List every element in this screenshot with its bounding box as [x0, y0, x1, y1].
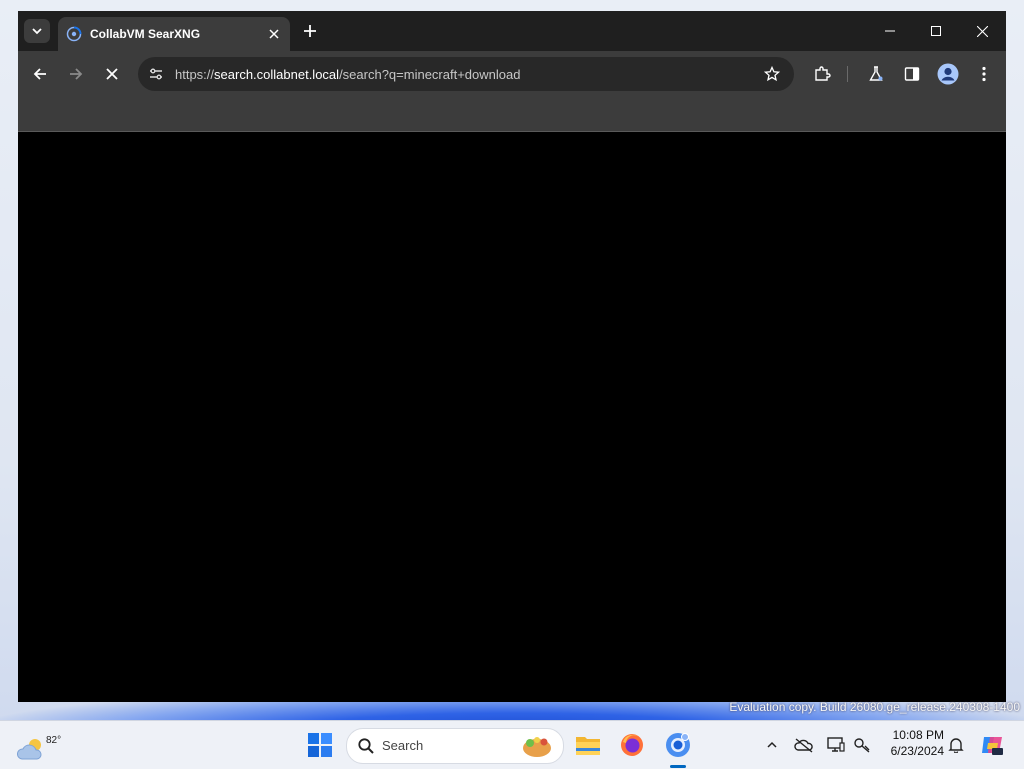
url-path: /search?q=minecraft+download	[339, 67, 521, 82]
chevron-down-icon	[32, 28, 42, 35]
maximize-icon	[931, 26, 941, 36]
clock-time: 10:08 PM	[892, 728, 944, 742]
network-icon	[854, 738, 870, 753]
tune-icon	[150, 68, 162, 80]
tray-onedrive[interactable]	[794, 735, 814, 755]
copilot-icon	[982, 737, 1003, 755]
taskbar-search[interactable]: Search	[346, 728, 564, 764]
bell-icon	[948, 738, 964, 753]
taskbar-chrome[interactable]	[662, 729, 694, 761]
clock-date: 6/23/2024	[890, 744, 944, 758]
avatar-icon	[937, 63, 959, 85]
firefox-icon	[621, 734, 643, 756]
globe-spinner-icon	[66, 26, 82, 42]
address-bar[interactable]: https://search.collabnet.local/search?q=…	[138, 57, 794, 91]
arrow-right-icon	[70, 68, 83, 80]
copilot-button[interactable]	[980, 733, 1004, 757]
chrome-icon	[666, 733, 690, 757]
plus-icon	[304, 25, 316, 37]
file-explorer-icon	[576, 737, 600, 755]
close-icon	[106, 68, 118, 80]
close-window-button[interactable]	[962, 19, 1002, 43]
display-icon	[827, 737, 845, 752]
extensions-button[interactable]	[810, 62, 834, 86]
side-panel-button[interactable]	[900, 62, 924, 86]
chevron-up-icon	[767, 741, 777, 748]
new-tab-button[interactable]	[298, 21, 322, 41]
weather-widget[interactable]: 82°	[14, 727, 61, 763]
close-icon	[269, 29, 279, 39]
kebab-menu-icon	[982, 66, 986, 82]
taskbar-firefox[interactable]	[616, 729, 648, 761]
menu-button[interactable]	[972, 62, 996, 86]
arrow-left-icon	[33, 68, 46, 80]
partly-cloudy-icon	[16, 739, 42, 760]
flask-icon	[869, 66, 883, 81]
forward-button[interactable]	[64, 62, 88, 86]
tab-active[interactable]: CollabVM SearXNG	[58, 17, 290, 51]
side-panel-icon	[904, 67, 920, 81]
tray-overflow-button[interactable]	[762, 735, 782, 755]
start-button[interactable]	[306, 731, 334, 759]
maximize-button[interactable]	[916, 19, 956, 43]
stop-loading-button[interactable]	[100, 62, 124, 86]
browser-window: CollabVM SearXNG https://search.collabne…	[18, 11, 1006, 702]
start-icon	[308, 733, 332, 757]
puzzle-icon	[815, 66, 831, 81]
tray-network[interactable]	[852, 735, 872, 755]
profile-button[interactable]	[936, 62, 960, 86]
toolbar: https://search.collabnet.local/search?q=…	[18, 51, 1006, 97]
site-info-button[interactable]	[146, 64, 166, 84]
minimize-icon	[885, 30, 895, 32]
close-icon	[976, 25, 988, 37]
notifications-button[interactable]	[946, 735, 966, 755]
toolbar-divider	[847, 66, 848, 82]
taskbar-file-explorer[interactable]	[572, 729, 604, 761]
minimize-button[interactable]	[870, 19, 910, 43]
cloud-offline-icon	[794, 738, 813, 753]
taskbar-search-label: Search	[382, 738, 424, 753]
evaluation-watermark: Evaluation copy. Build 26080.ge_release.…	[729, 700, 1020, 714]
url-scheme: https://	[175, 67, 215, 82]
tab-close-button[interactable]	[266, 26, 282, 42]
weather-temperature: 82°	[46, 735, 62, 746]
search-icon	[358, 738, 374, 754]
star-icon	[764, 66, 780, 82]
page-content[interactable]	[18, 132, 1006, 702]
labs-button[interactable]	[864, 62, 888, 86]
tab-title: CollabVM SearXNG	[90, 27, 201, 41]
tray-display[interactable]	[826, 735, 846, 755]
url-text: https://search.collabnet.local/search?q=…	[175, 67, 520, 82]
taskbar: 82° Search 10:08 PM 6/23/2024	[0, 720, 1024, 769]
bookmarks-bar	[18, 97, 1006, 132]
url-host: search.collabnet.local	[214, 67, 340, 82]
taskbar-clock[interactable]: 10:08 PM 6/23/2024	[880, 727, 944, 759]
back-button[interactable]	[28, 62, 52, 86]
tab-search-button[interactable]	[24, 19, 50, 43]
search-highlight-art-icon	[523, 737, 551, 757]
title-bar[interactable]: CollabVM SearXNG	[18, 11, 1006, 51]
bookmark-button[interactable]	[762, 64, 782, 84]
